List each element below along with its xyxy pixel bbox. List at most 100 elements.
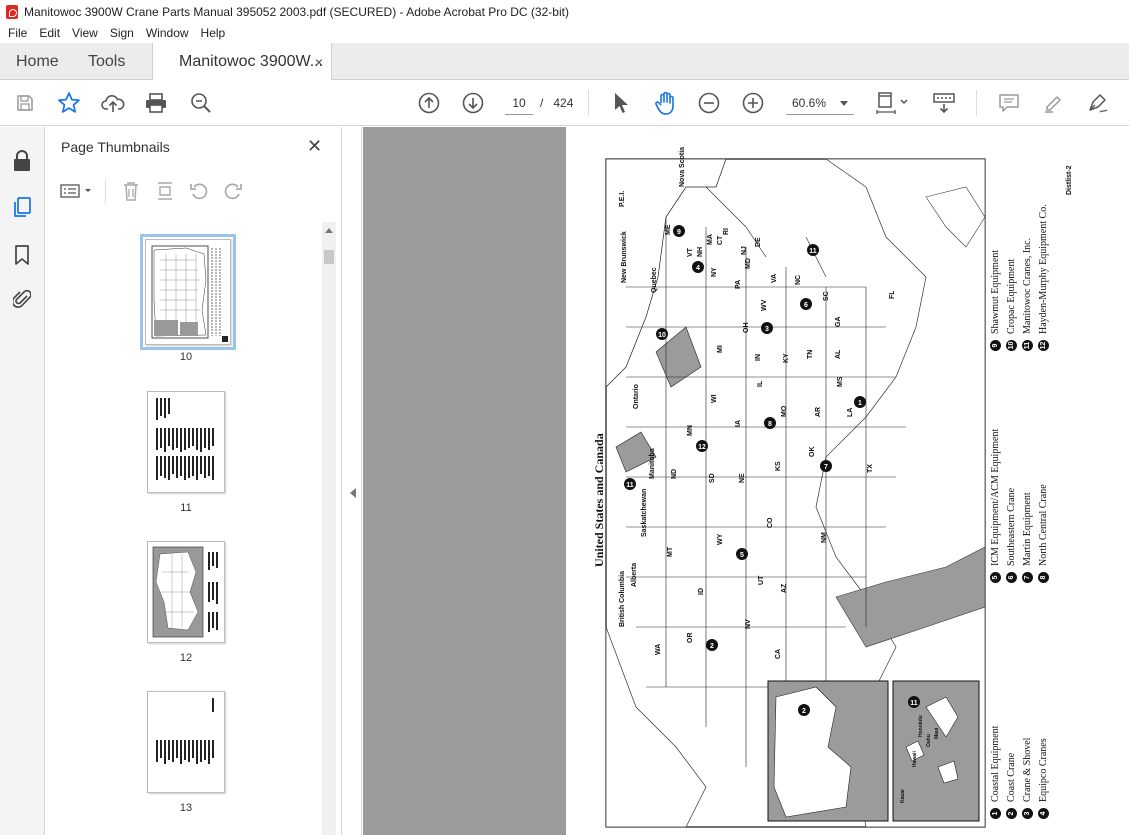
state-label: MS (837, 376, 844, 387)
svg-text:12: 12 (698, 444, 706, 451)
legend-item: 9 Shawmut Equipment (990, 250, 1002, 351)
state-label: SC (823, 291, 830, 301)
legend-item: 12 Hayden-Murphy Equipment Co. (1038, 204, 1050, 351)
zoom-level-dropdown[interactable]: 60.6% (786, 91, 854, 115)
thumbnail-page-11[interactable] (147, 391, 225, 493)
extract-page-button[interactable] (153, 173, 177, 209)
menu-file[interactable]: File (2, 26, 33, 40)
marker-10: 10 (656, 328, 668, 340)
thumbnail-page-10[interactable] (140, 234, 236, 350)
state-label: WA (655, 644, 662, 655)
page-fit-button[interactable] (873, 80, 913, 126)
marker-12: 12 (696, 440, 708, 452)
state-label: ID (698, 588, 705, 595)
save-button[interactable] (12, 80, 38, 126)
select-tool-button[interactable] (608, 80, 634, 126)
page-count-label: / 424 (540, 91, 573, 115)
legend-number: 5 (990, 572, 1002, 583)
hand-icon (655, 91, 674, 115)
thumbnail-page-12[interactable] (147, 541, 225, 643)
delete-page-button[interactable] (119, 173, 143, 209)
state-label: OK (809, 447, 816, 458)
thumbnail-page-13[interactable] (147, 691, 225, 793)
chevron-down-icon (840, 101, 848, 106)
state-label: PA (735, 280, 742, 289)
state-label: ND (671, 469, 678, 479)
highlight-button[interactable] (1040, 80, 1066, 126)
legend-number: 9 (990, 340, 1002, 351)
menu-sign[interactable]: Sign (104, 26, 140, 40)
marker-2: 2 (798, 704, 810, 716)
star-icon (58, 92, 80, 113)
print-button[interactable] (143, 80, 169, 126)
scroll-mode-button[interactable] (930, 80, 958, 126)
marker-7: 7 (820, 460, 832, 472)
svg-text:4: 4 (696, 265, 700, 272)
menu-help[interactable]: Help (195, 26, 232, 40)
province-label: New Brunswick (621, 231, 628, 283)
sign-button[interactable] (1084, 80, 1112, 126)
state-label: IL (757, 380, 764, 387)
document-page: WA OR CA ID NV MT WY UT AZ CO NM ND SD N… (566, 127, 1129, 835)
thumbnail-scrollbar[interactable] (322, 222, 336, 835)
comment-button[interactable] (996, 80, 1022, 126)
document-canvas[interactable]: WA OR CA ID NV MT WY UT AZ CO NM ND SD N… (363, 127, 1129, 835)
menu-view[interactable]: View (66, 26, 104, 40)
tab-close-button[interactable]: × (315, 54, 323, 70)
page-thumbnails-button[interactable] (10, 195, 34, 219)
legend-number: 11 (1022, 340, 1034, 351)
bookmarks-button[interactable] (10, 243, 34, 267)
legend-number: 6 (1006, 572, 1018, 583)
marker-5: 5 (736, 548, 748, 560)
bookmark-star-button[interactable] (55, 80, 83, 126)
state-label: AR (815, 407, 822, 417)
find-button[interactable] (188, 80, 214, 126)
tab-home[interactable]: Home (16, 43, 59, 80)
state-label: WI (711, 394, 718, 403)
panel-close-button[interactable]: ✕ (307, 136, 322, 157)
tab-document[interactable]: Manitowoc 3900W... × (152, 43, 332, 81)
marker-2: 2 (706, 639, 718, 651)
next-page-button[interactable] (460, 80, 486, 126)
legend-name: Equipco Cranes (1038, 738, 1049, 802)
marker-4: 4 (692, 261, 704, 273)
state-label: WY (717, 533, 724, 545)
state-label: OH (743, 323, 750, 334)
rotate-right-button[interactable] (221, 173, 245, 209)
state-label: WV (761, 299, 768, 311)
zoom-out-button[interactable] (696, 80, 722, 126)
legend-number: 1 (990, 808, 1002, 819)
page-separator: / (540, 96, 544, 110)
panel-collapse-handle[interactable] (342, 127, 362, 835)
attachments-button[interactable] (10, 287, 34, 311)
menu-edit[interactable]: Edit (33, 26, 66, 40)
tab-tools[interactable]: Tools (88, 43, 125, 80)
legend-number: 12 (1038, 340, 1050, 351)
state-label: CO (767, 517, 774, 528)
page-number-input[interactable]: 10 (505, 91, 533, 115)
thumbnail-options-button[interactable] (59, 173, 95, 209)
province-label: P.E.I. (619, 191, 626, 207)
state-label: IA (735, 420, 742, 427)
scroll-up-arrow-icon[interactable] (325, 228, 333, 233)
zoom-in-button[interactable] (740, 80, 766, 126)
page-id: Distlist-2 (1066, 165, 1073, 195)
scrollbar-thumb[interactable] (324, 250, 334, 264)
thumbnail-label: 12 (179, 652, 193, 664)
thumbnail-map-preview (151, 245, 228, 342)
hand-tool-button[interactable] (652, 80, 680, 126)
menu-window[interactable]: Window (140, 26, 195, 40)
state-label: RI (723, 228, 730, 235)
legend-name: Coastal Equipment (990, 725, 1001, 802)
bookmark-icon (15, 245, 29, 265)
marker-11: 11 (908, 696, 920, 708)
state-label: MA (707, 234, 714, 245)
state-label: NH (697, 247, 704, 257)
upload-cloud-button[interactable] (100, 80, 126, 126)
state-label: KY (783, 353, 790, 363)
security-button[interactable] (10, 149, 34, 173)
rotate-left-button[interactable] (187, 173, 211, 209)
plus-circle-icon (742, 92, 764, 114)
list-options-icon (60, 184, 91, 198)
previous-page-button[interactable] (416, 80, 442, 126)
